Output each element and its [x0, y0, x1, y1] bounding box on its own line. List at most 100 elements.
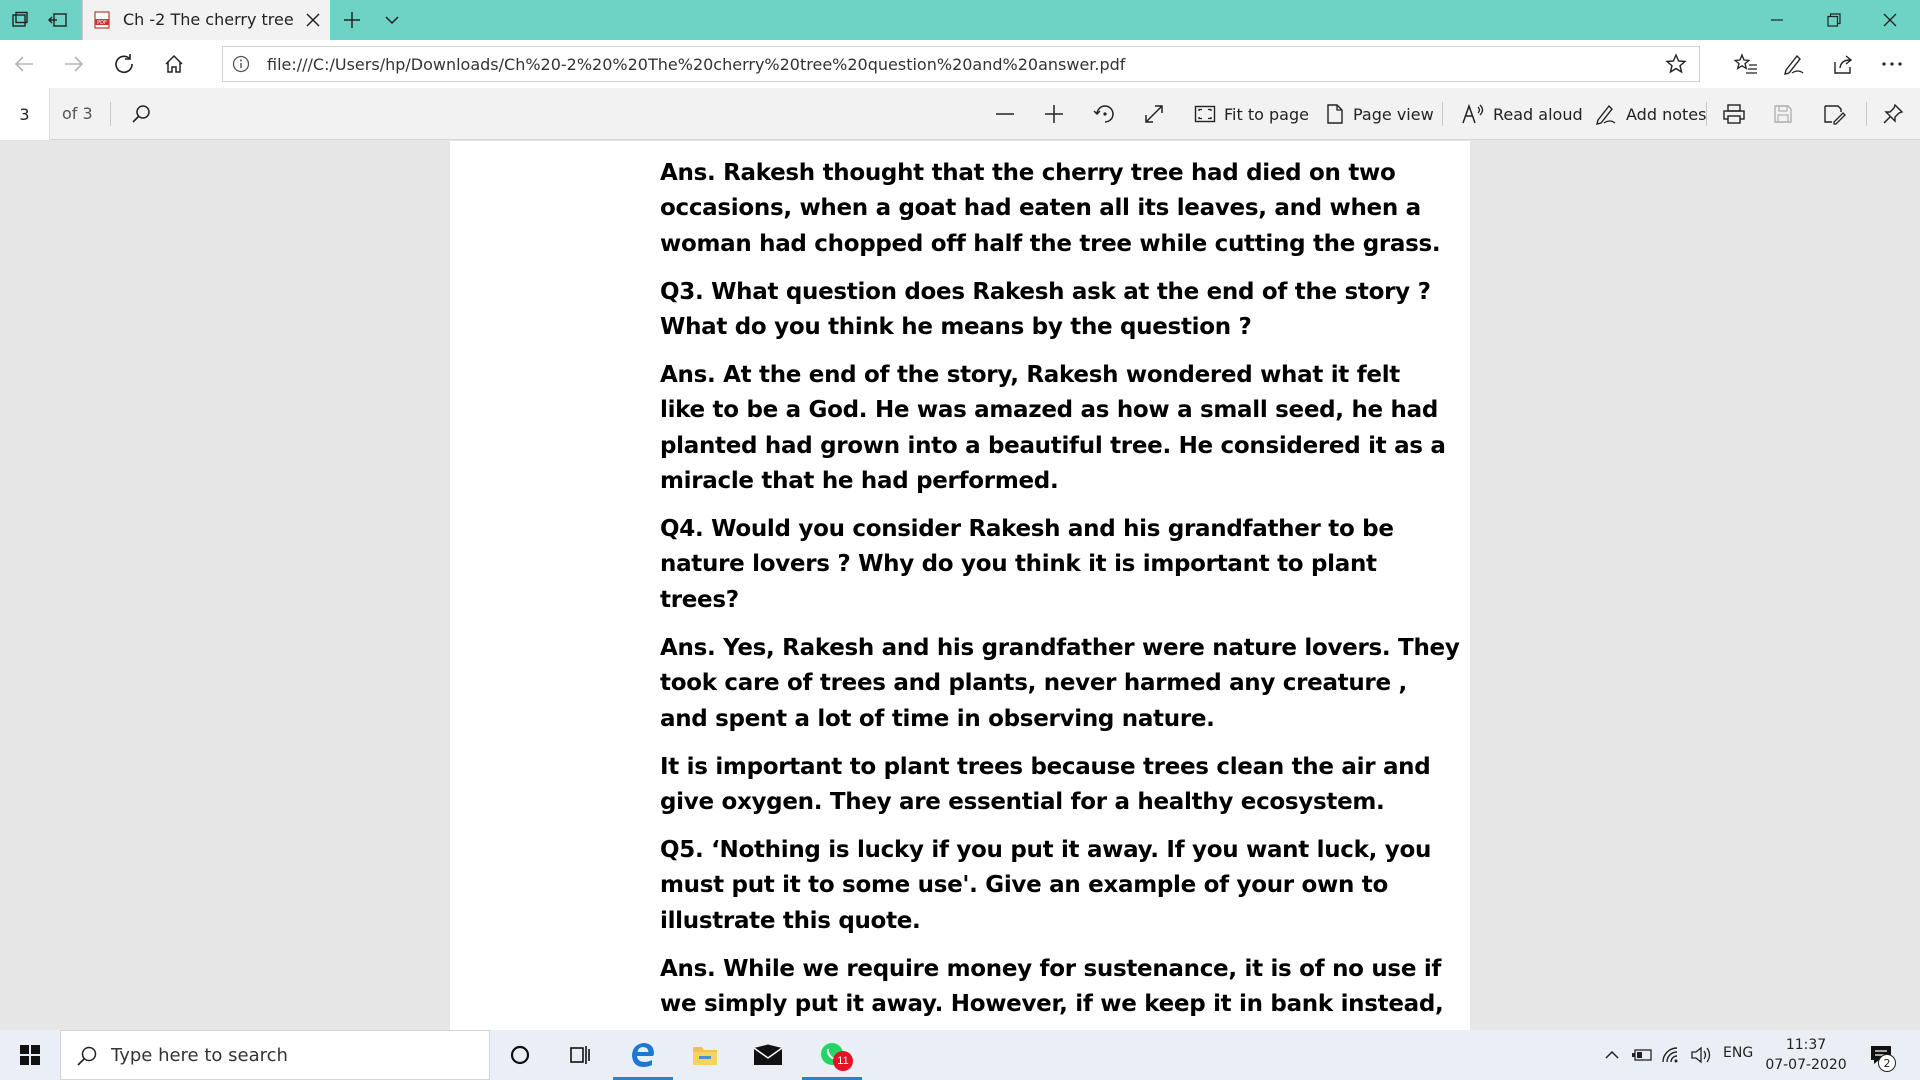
text-line: Ans. While we require money for sustenan…: [660, 956, 1442, 982]
back-arrow-icon[interactable]: [12, 52, 36, 76]
new-tab-icon[interactable]: [340, 8, 364, 32]
text-line: illustrate this quote.: [660, 907, 921, 934]
more-options-icon[interactable]: [1880, 52, 1904, 76]
text-line: It is important to plant trees because t…: [660, 754, 1431, 780]
close-tab-icon[interactable]: [301, 8, 325, 32]
document-viewer[interactable]: Ans. Rakesh thought that the cherry tree…: [0, 141, 1920, 1030]
close-window-button[interactable]: [1862, 0, 1918, 40]
search-icon[interactable]: [130, 102, 152, 126]
add-notes-label: Add notes: [1626, 104, 1707, 124]
browser-tab[interactable]: PDF Ch -2 The cherry tree qu: [82, 0, 330, 40]
add-notes-button[interactable]: Add notes: [1594, 102, 1706, 126]
pdf-page: Ans. Rakesh thought that the cherry tree…: [450, 141, 1470, 1030]
wifi-icon[interactable]: [1660, 1043, 1684, 1067]
taskbar: Type here to search 11 ENG 11:37 07-07-2…: [0, 1030, 1920, 1080]
pin-toolbar-icon[interactable]: [1882, 102, 1904, 126]
text-line: Ans. Rakesh thought that the cherry tree…: [660, 160, 1396, 186]
cortana-icon[interactable]: [490, 1030, 550, 1080]
mail-icon[interactable]: [738, 1030, 798, 1080]
address-bar[interactable]: file:///C:/Users/hp/Downloads/Ch%20-2%20…: [222, 46, 1700, 82]
info-icon[interactable]: [231, 54, 251, 74]
pdf-file-icon: PDF: [93, 11, 111, 29]
windows-start-icon[interactable]: [0, 1030, 60, 1080]
text-line: like to be a God. He was amazed as how a…: [660, 397, 1438, 424]
search-placeholder: Type here to search: [111, 1045, 288, 1066]
save-icon[interactable]: [1772, 102, 1794, 126]
read-aloud-icon: [1462, 103, 1484, 124]
file-explorer-icon[interactable]: [675, 1030, 735, 1080]
text-line: Q4. Would you consider Rakesh and his gr…: [660, 516, 1394, 542]
tab-title: Ch -2 The cherry tree qu: [123, 10, 295, 29]
toolbar-divider: [110, 102, 111, 126]
text-line: Q5. ‘Nothing is lucky if you put it away…: [660, 837, 1432, 863]
text-line: woman had chopped off half the tree whil…: [660, 230, 1441, 257]
fit-to-page-button[interactable]: Fit to page: [1194, 102, 1309, 126]
text-line: give oxygen. They are essential for a he…: [660, 789, 1385, 816]
home-icon[interactable]: [162, 52, 186, 76]
volume-icon[interactable]: [1689, 1043, 1715, 1067]
text-line: and spent a lot of time in observing nat…: [660, 705, 1215, 732]
tab-preview-chevron-icon[interactable]: [380, 8, 404, 32]
notification-count-badge: 2: [1878, 1054, 1896, 1072]
question-q3: Q3. What question does Rakesh ask at the…: [660, 275, 1431, 346]
clock-date: 07-07-2020: [1765, 1057, 1847, 1073]
restore-button[interactable]: [1806, 0, 1862, 40]
favorites-list-icon[interactable]: [1734, 52, 1758, 76]
fit-to-page-label: Fit to page: [1224, 104, 1309, 124]
share-icon[interactable]: [1832, 52, 1856, 76]
zoom-in-icon[interactable]: [1043, 102, 1065, 126]
answer-q4-continued: It is important to plant trees because t…: [660, 750, 1431, 821]
toolbar-divider: [1866, 102, 1867, 126]
page-number-input[interactable]: 3: [0, 88, 50, 140]
show-hidden-icons-chevron-icon[interactable]: [1600, 1043, 1624, 1067]
navigation-bar: file:///C:/Users/hp/Downloads/Ch%20-2%20…: [0, 40, 1920, 88]
pen-icon: [1596, 104, 1616, 125]
refresh-icon[interactable]: [112, 52, 136, 76]
print-icon[interactable]: [1722, 102, 1746, 126]
fit-to-page-icon: [1194, 105, 1216, 123]
page-view-button[interactable]: Page view: [1325, 102, 1434, 126]
page-view-icon: [1327, 104, 1343, 124]
unread-badge: 11: [833, 1051, 853, 1071]
text-line: took care of trees and plants, never har…: [660, 670, 1407, 697]
read-aloud-button[interactable]: Read aloud: [1461, 102, 1583, 126]
question-q5: Q5. ‘Nothing is lucky if you put it away…: [660, 833, 1432, 939]
text-line: Q3. What question does Rakesh ask at the…: [660, 279, 1431, 305]
text-line: miracle that he had performed.: [660, 467, 1059, 494]
read-aloud-label: Read aloud: [1493, 104, 1583, 124]
text-line: planted had grown into a beautiful tree.…: [660, 432, 1446, 459]
text-line: must put it to some use'. Give an exampl…: [660, 872, 1388, 899]
zoom-out-icon[interactable]: [994, 102, 1016, 126]
search-icon: [75, 1044, 99, 1068]
system-clock[interactable]: 11:37 07-07-2020: [1764, 1035, 1848, 1075]
edge-browser-icon[interactable]: [613, 1030, 673, 1080]
page-view-label: Page view: [1353, 104, 1434, 124]
task-view-icon[interactable]: [550, 1030, 610, 1080]
text-line: we simply put it away. However, if we ke…: [660, 991, 1444, 1018]
toolbar-divider: [1706, 102, 1707, 126]
text-line: nature lovers ? Why do you think it is i…: [660, 551, 1377, 578]
page-total: of 3: [62, 104, 93, 123]
text-line: Ans. At the end of the story, Rakesh won…: [660, 362, 1400, 388]
input-language[interactable]: ENG: [1723, 1045, 1753, 1061]
minimize-button[interactable]: [1749, 0, 1805, 40]
title-bar: PDF Ch -2 The cherry tree qu: [0, 0, 1920, 40]
whatsapp-icon[interactable]: 11: [802, 1030, 862, 1080]
full-screen-icon[interactable]: [1143, 102, 1165, 126]
pdf-toolbar: 3 of 3 Fit to page Page view Read aloud …: [0, 88, 1920, 140]
web-note-pen-icon[interactable]: [1782, 52, 1806, 76]
tab-actions-icon[interactable]: [8, 8, 32, 32]
answer-q4: Ans. Yes, Rakesh and his grandfather wer…: [660, 631, 1460, 737]
clock-time: 11:37: [1785, 1037, 1827, 1053]
taskbar-search-box[interactable]: Type here to search: [60, 1030, 490, 1080]
text-line: What do you think he means by the questi…: [660, 314, 1252, 341]
answer-q3: Ans. At the end of the story, Rakesh won…: [660, 358, 1446, 499]
toolbar-divider: [1442, 102, 1443, 126]
favorite-star-icon[interactable]: [1665, 53, 1687, 75]
forward-arrow-icon[interactable]: [62, 52, 86, 76]
url-text[interactable]: file:///C:/Users/hp/Downloads/Ch%20-2%20…: [267, 55, 1125, 74]
battery-icon[interactable]: [1630, 1043, 1654, 1067]
set-tabs-aside-icon[interactable]: [46, 8, 70, 32]
rotate-icon[interactable]: [1093, 102, 1117, 126]
save-as-icon[interactable]: [1822, 102, 1846, 126]
